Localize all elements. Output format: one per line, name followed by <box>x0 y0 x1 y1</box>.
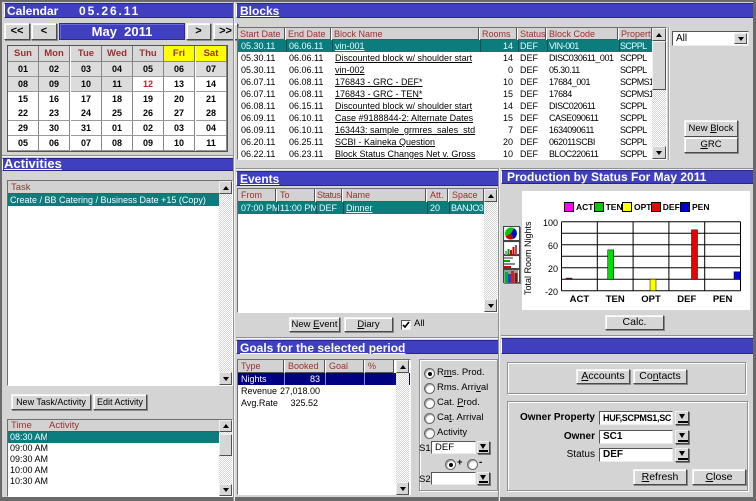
svg-text:Total Room Nights: Total Room Nights <box>523 221 533 295</box>
